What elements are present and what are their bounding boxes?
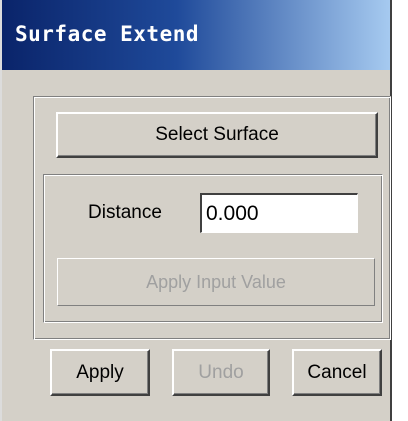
apply-input-value-button[interactable]: Apply Input Value bbox=[57, 258, 375, 306]
surface-extend-dialog: Surface Extend Select Surface Distance A… bbox=[0, 0, 392, 421]
apply-button[interactable]: Apply bbox=[50, 349, 150, 396]
select-surface-button[interactable]: Select Surface bbox=[56, 112, 378, 158]
undo-button[interactable]: Undo bbox=[172, 349, 270, 396]
title-bar[interactable]: Surface Extend bbox=[2, 0, 390, 70]
cancel-button[interactable]: Cancel bbox=[292, 349, 382, 396]
distance-input[interactable] bbox=[200, 193, 358, 233]
window-title: Surface Extend bbox=[15, 22, 200, 46]
distance-label: Distance bbox=[88, 202, 162, 223]
